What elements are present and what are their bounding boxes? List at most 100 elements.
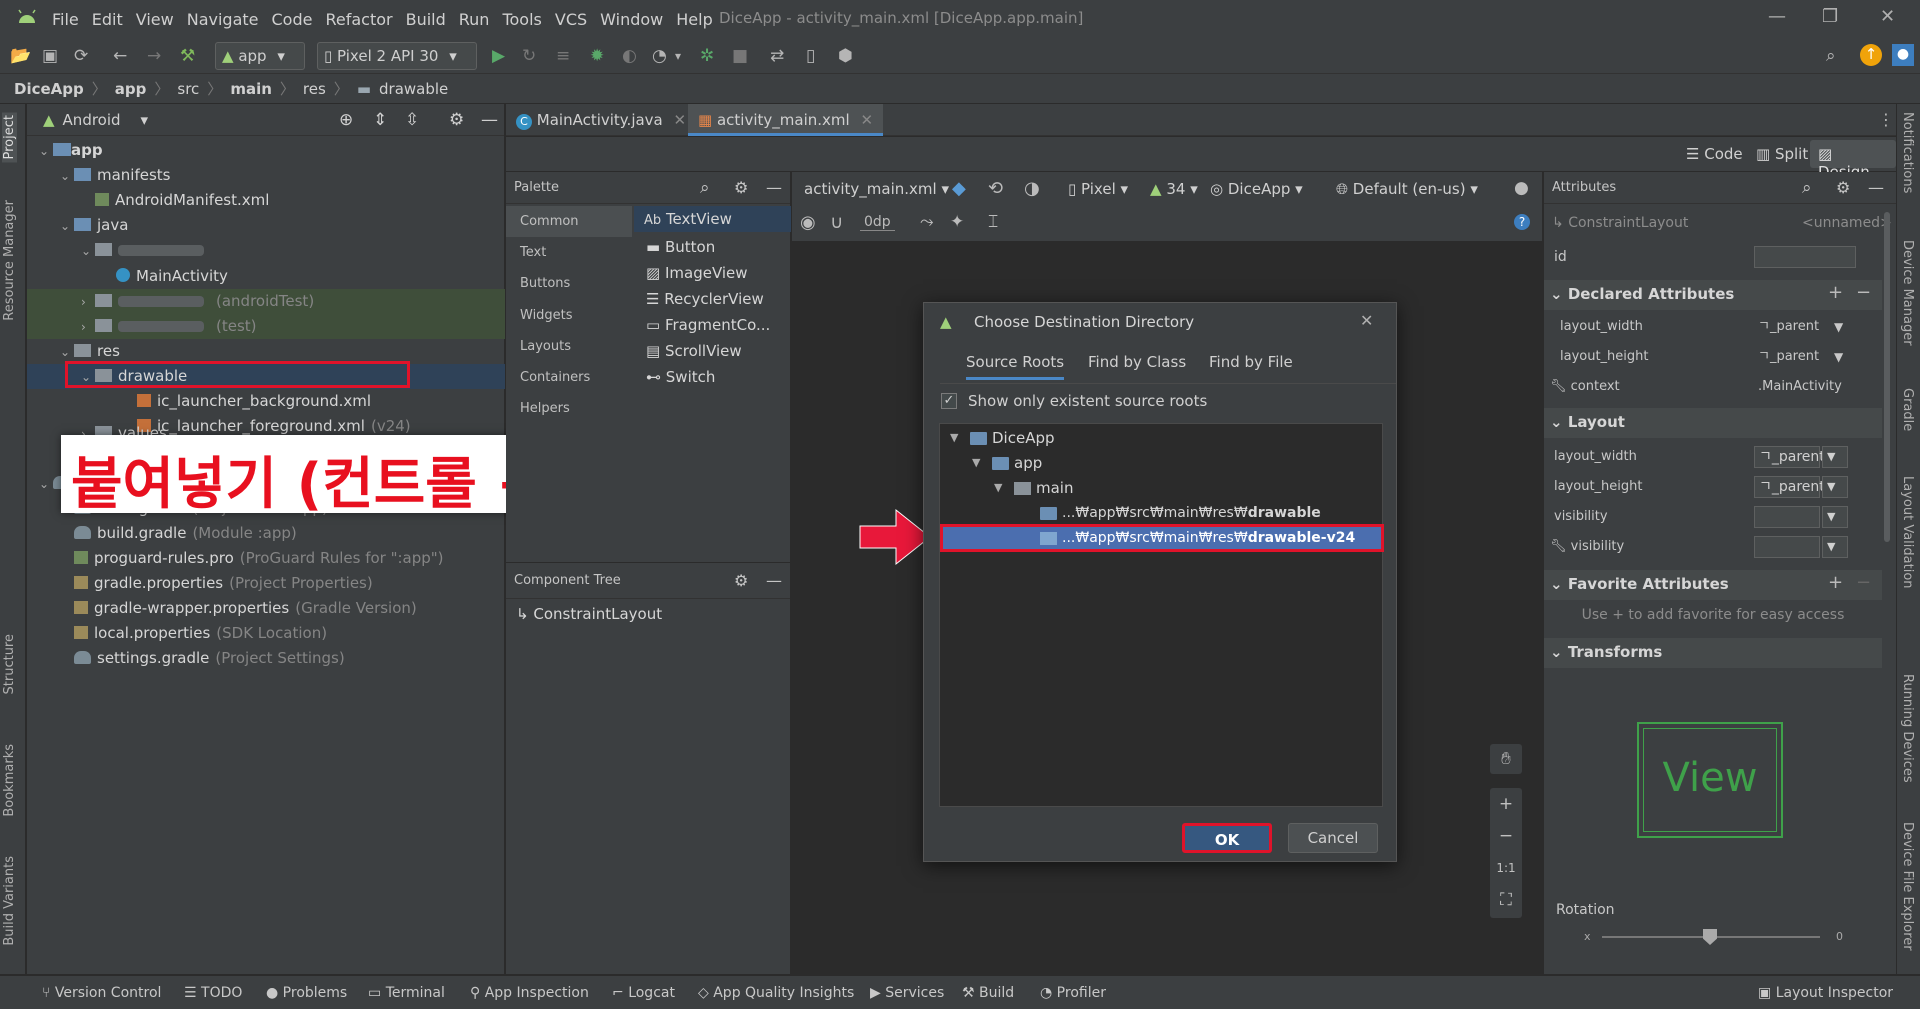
project-tree-row[interactable]: ⌄ java xyxy=(27,213,505,238)
zoom-actual-size-button[interactable]: 1:1 xyxy=(1491,854,1521,882)
palette-category-text[interactable]: Text xyxy=(506,237,632,268)
component-constraintlayout[interactable]: ↳ ConstraintLayout xyxy=(516,605,662,623)
menu-tools[interactable]: Tools xyxy=(502,10,541,29)
chevron-down-icon[interactable]: ▼ xyxy=(1822,446,1848,468)
search-icon[interactable]: ⌕ xyxy=(1802,172,1812,204)
palette-item-switch[interactable]: ⊷ Switch xyxy=(646,368,715,386)
chevron-down-icon[interactable]: ⌄ xyxy=(39,139,53,164)
tool-tab-device-file-explorer[interactable]: Device File Explorer xyxy=(1900,822,1915,951)
project-tree-row[interactable]: proguard-rules.pro (ProGuard Rules for ":… xyxy=(27,546,505,571)
make-hammer-icon[interactable]: ⚒ xyxy=(180,46,195,66)
open-folder-icon[interactable]: 📂 xyxy=(10,46,31,66)
dir-node-diceapp[interactable]: ▼ DiceApp xyxy=(940,426,1384,450)
transforms-section[interactable]: ⌄ Transforms xyxy=(1544,638,1882,668)
dir-node-app[interactable]: ▼ app xyxy=(940,451,1384,475)
attributes-scrollbar[interactable] xyxy=(1884,212,1890,542)
status-app-inspection[interactable]: ⚲ App Inspection xyxy=(470,985,589,1001)
dialog-tab-find-by-class[interactable]: Find by Class xyxy=(1088,353,1186,371)
breadcrumb-src[interactable]: src xyxy=(177,80,199,98)
attr-value-input[interactable]: ㄱ_parent xyxy=(1754,476,1825,498)
close-tab-icon[interactable]: ✕ xyxy=(860,111,873,129)
night-mode-icon[interactable]: ◑ xyxy=(1024,178,1040,199)
palette-category-containers[interactable]: Containers xyxy=(506,362,632,393)
chevron-down-icon[interactable]: ▼ xyxy=(1822,506,1848,528)
project-view-select[interactable]: Android xyxy=(63,111,121,129)
menu-vcs[interactable]: VCS xyxy=(555,10,587,29)
device-preview-select[interactable]: ▯ Pixel ▾ xyxy=(1068,180,1128,198)
palette-item-textview[interactable]: Ab TextView xyxy=(644,210,732,228)
tool-tab-resource-manager[interactable]: Resource Manager xyxy=(2,200,17,321)
show-existent-checkbox[interactable]: ✓ xyxy=(941,393,957,409)
search-icon[interactable]: ⌕ xyxy=(700,172,710,204)
zoom-to-fit-icon[interactable]: ⛶ xyxy=(1491,886,1521,914)
project-tree-row[interactable]: gradle.properties (Project Properties) xyxy=(27,571,505,596)
attr-value[interactable]: .MainActivity xyxy=(1758,372,1842,402)
hide-panel-icon[interactable]: — xyxy=(481,110,498,130)
palette-item-button[interactable]: ▬ Button xyxy=(646,238,715,256)
palette-item-imageview[interactable]: ▨ ImageView xyxy=(646,264,748,282)
clear-constraints-icon[interactable]: ⤳ xyxy=(920,212,934,232)
favorite-attributes-section[interactable]: ⌄ Favorite Attributes + − xyxy=(1544,570,1882,600)
tool-tab-gradle[interactable]: Gradle xyxy=(1900,388,1915,431)
run-icon[interactable]: ▶ xyxy=(492,46,505,66)
project-tree-row[interactable]: ⌄ manifests xyxy=(27,163,505,188)
close-window-icon[interactable]: ✕ xyxy=(1880,6,1895,27)
menu-view[interactable]: View xyxy=(136,10,174,29)
add-attribute-icon[interactable]: + xyxy=(1828,572,1843,593)
hide-panel-icon[interactable]: — xyxy=(1868,172,1884,204)
theme-select[interactable]: ◎ DiceApp ▾ xyxy=(1210,180,1303,198)
project-tree-row[interactable]: MainActivity xyxy=(27,264,505,289)
more-options-icon[interactable]: ⋮ xyxy=(1878,110,1894,129)
device-select[interactable]: ▯ Pixel 2 API 30 ▾ xyxy=(317,42,477,70)
status-profiler[interactable]: ◔ Profiler xyxy=(1040,985,1106,1001)
attach-debugger-icon[interactable]: ✲ xyxy=(700,46,714,66)
menu-edit[interactable]: Edit xyxy=(92,10,123,29)
status-todo[interactable]: ☰ TODO xyxy=(184,985,242,1001)
tool-tab-structure[interactable]: Structure xyxy=(2,634,17,694)
device-manager-icon[interactable]: ▯ xyxy=(806,46,815,66)
locale-select[interactable]: 🌐︎ Default (en-us) ▾ xyxy=(1336,180,1478,198)
attr-value-input[interactable]: ㄱ_parent xyxy=(1754,446,1825,468)
sync-gradle-icon[interactable]: ⇄ xyxy=(770,46,784,66)
attr-value[interactable]: ㄱ_parent xyxy=(1758,312,1819,342)
close-dialog-icon[interactable]: ✕ xyxy=(1360,311,1373,330)
warning-icon[interactable]: ● xyxy=(1514,178,1529,198)
minimize-icon[interactable]: — xyxy=(1768,6,1786,27)
zoom-in-button[interactable]: + xyxy=(1491,790,1521,818)
tool-tab-project[interactable]: Project xyxy=(2,112,17,163)
gear-icon[interactable]: ⚙ xyxy=(449,110,464,130)
pan-hand-icon[interactable]: ✋︎ xyxy=(1490,744,1522,774)
save-icon[interactable]: ▣ xyxy=(42,46,58,66)
palette-category-buttons[interactable]: Buttons xyxy=(506,268,632,299)
project-tree-row[interactable]: gradle-wrapper.properties (Gradle Version… xyxy=(27,596,505,621)
rotation-slider[interactable] xyxy=(1602,929,1820,945)
rerun-icon[interactable]: ↻ xyxy=(522,46,536,66)
project-tree-row[interactable]: build.gradle (Module :app) xyxy=(27,521,505,546)
chevron-down-icon[interactable]: ▼ xyxy=(1834,312,1843,342)
palette-category-helpers[interactable]: Helpers xyxy=(506,393,632,424)
chevron-down-icon[interactable]: ⌄ xyxy=(39,472,53,497)
infer-constraints-icon[interactable]: ✦ xyxy=(950,212,964,232)
project-tree-row[interactable]: ⌄ xyxy=(27,238,505,263)
hide-panel-icon[interactable]: — xyxy=(766,172,782,204)
rotation-slider-thumb[interactable] xyxy=(1703,929,1717,945)
tool-tab-device-manager[interactable]: Device Manager xyxy=(1900,240,1915,346)
update-icon[interactable]: ↑ xyxy=(1860,44,1882,66)
project-tree-row[interactable]: local.properties (SDK Location) xyxy=(27,621,505,646)
attr-value-input[interactable] xyxy=(1754,506,1820,528)
account-icon[interactable]: ● xyxy=(1892,44,1914,66)
dialog-tab-source-roots[interactable]: Source Roots xyxy=(966,353,1065,380)
eye-icon[interactable]: ◉ xyxy=(800,212,816,233)
tool-tab-layout-validation[interactable]: Layout Validation xyxy=(1900,476,1915,589)
menu-help[interactable]: Help xyxy=(676,10,712,29)
remove-attribute-icon[interactable]: − xyxy=(1856,572,1871,593)
menu-navigate[interactable]: Navigate xyxy=(187,10,259,29)
magnet-icon[interactable]: ∪ xyxy=(830,212,843,233)
gear-icon[interactable]: ⚙ xyxy=(1836,172,1850,204)
chevron-down-icon[interactable]: ▾ xyxy=(141,111,149,129)
status-app-quality-insights[interactable]: ◇ App Quality Insights xyxy=(698,985,854,1001)
tool-tab-running-devices[interactable]: Running Devices xyxy=(1900,674,1915,783)
menu-code[interactable]: Code xyxy=(272,10,313,29)
menu-file[interactable]: File xyxy=(52,10,79,29)
tool-tab-notifications[interactable]: Notifications xyxy=(1900,112,1915,193)
